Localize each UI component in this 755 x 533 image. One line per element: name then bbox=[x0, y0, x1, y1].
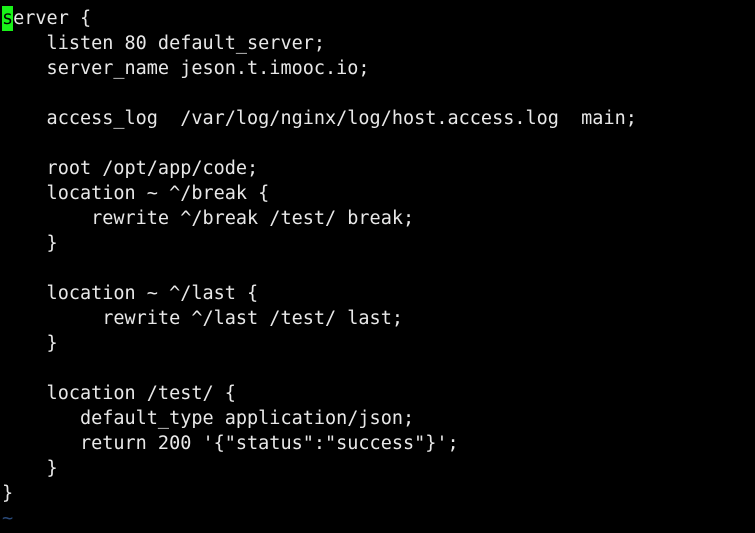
text-cursor[interactable]: s bbox=[2, 6, 14, 31]
code-line[interactable]: rewrite ^/last /test/ last; bbox=[0, 306, 755, 331]
code-line-blank[interactable] bbox=[0, 356, 755, 381]
code-line[interactable]: } bbox=[0, 481, 755, 506]
code-line[interactable]: location ~ ^/break { bbox=[0, 181, 755, 206]
vim-empty-line-marker: ~ bbox=[2, 508, 14, 529]
terminal-window[interactable]: server { listen 80 default_server; serve… bbox=[0, 0, 755, 533]
code-line[interactable]: } bbox=[0, 231, 755, 256]
editor-text-area[interactable]: server { listen 80 default_server; serve… bbox=[0, 0, 755, 533]
code-line[interactable]: location /test/ { bbox=[0, 381, 755, 406]
code-line[interactable]: access_log /var/log/nginx/log/host.acces… bbox=[0, 106, 755, 131]
code-line[interactable]: default_type application/json; bbox=[0, 406, 755, 431]
code-line[interactable]: } bbox=[0, 456, 755, 481]
code-line[interactable]: location ~ ^/last { bbox=[0, 281, 755, 306]
code-line[interactable]: listen 80 default_server; bbox=[0, 31, 755, 56]
code-line[interactable]: } bbox=[0, 331, 755, 356]
code-line[interactable]: return 200 '{"status":"success"}'; bbox=[0, 431, 755, 456]
code-line-blank[interactable] bbox=[0, 131, 755, 156]
code-line[interactable]: root /opt/app/code; bbox=[0, 156, 755, 181]
code-line[interactable]: server { bbox=[0, 6, 755, 31]
code-line[interactable]: server_name jeson.t.imooc.io; bbox=[0, 56, 755, 81]
code-line-blank[interactable] bbox=[0, 256, 755, 281]
code-line-blank[interactable] bbox=[0, 81, 755, 106]
code-line-text: erver { bbox=[13, 8, 92, 29]
code-line[interactable]: rewrite ^/break /test/ break; bbox=[0, 206, 755, 231]
